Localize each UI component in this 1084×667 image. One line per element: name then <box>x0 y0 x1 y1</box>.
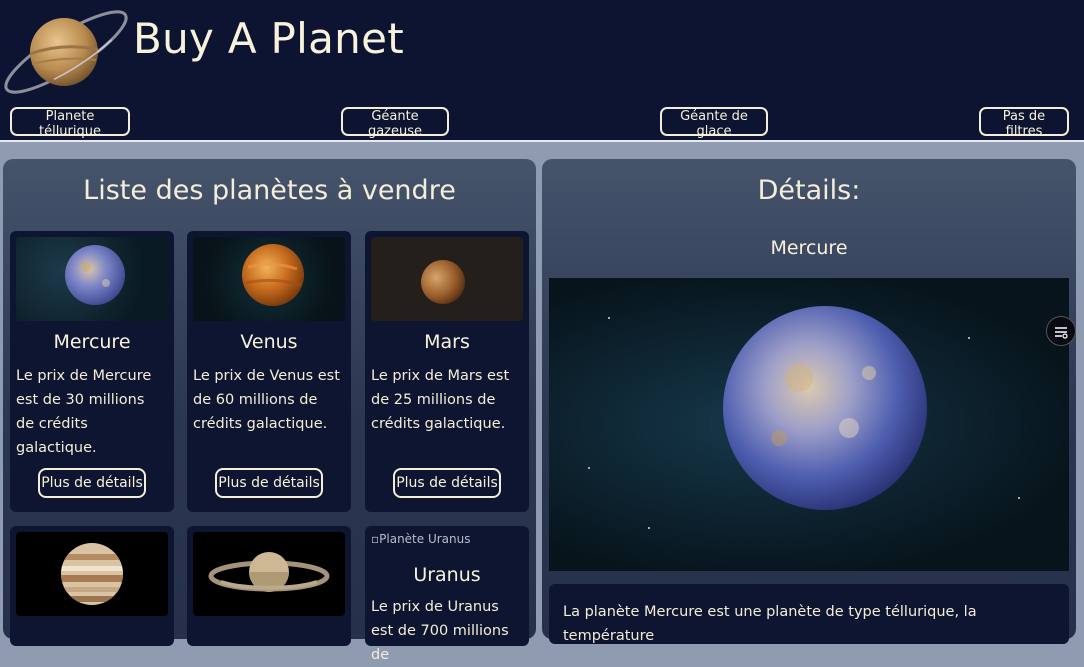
planet-name: Venus <box>240 331 298 353</box>
planet-price: Le prix de Venus est de 60 millions de c… <box>193 368 340 432</box>
venus-image <box>193 237 345 321</box>
detail-planet-image <box>549 278 1069 571</box>
detail-description-box: La planète Mercure est une planète de ty… <box>549 584 1069 644</box>
filter-gas-giant-button[interactable]: Géante gazeuse <box>341 107 449 139</box>
saturn-planet-icon <box>208 552 330 592</box>
planet-price: Le prix de Mars est de 25 millions de cr… <box>371 368 510 432</box>
broken-image-icon: ▫ <box>371 532 380 546</box>
more-details-button[interactable]: Plus de détails <box>393 468 501 498</box>
planet-name: Uranus <box>413 564 481 586</box>
mercure-large-icon <box>588 306 1020 529</box>
detail-panel: Détails: Mercure La planète Mercure est … <box>542 159 1076 644</box>
detail-title: Détails: <box>757 175 861 206</box>
planet-list-panel: Liste des planètes à vendre Mercure Le p… <box>3 159 536 663</box>
filter-icon <box>1055 327 1068 339</box>
detail-planet-name: Mercure <box>770 237 848 259</box>
site-header: Buy A Planet Planete téllurique Géante g… <box>0 0 1084 140</box>
more-details-button[interactable]: Plus de détails <box>215 468 323 498</box>
header-divider <box>0 140 1084 142</box>
jupiter-image <box>16 532 168 616</box>
planet-card-venus: Venus Le prix de Venus est de 60 million… <box>187 231 351 512</box>
mars-image <box>371 237 523 321</box>
more-details-button[interactable]: Plus de détails <box>38 468 146 498</box>
planet-price: Le prix de Uranus est de 700 millions de <box>371 599 509 663</box>
saturn-logo <box>4 10 128 94</box>
filter-telluric-button[interactable]: Planete téllurique <box>10 107 130 139</box>
filter-ice-giant-button[interactable]: Géante de glace <box>660 107 768 139</box>
uranus-broken-image: ▫Planète Uranus <box>371 532 471 546</box>
mars-planet-icon <box>421 260 473 304</box>
saturn-image <box>193 532 345 616</box>
floating-filter-button[interactable] <box>1046 316 1076 346</box>
site-title: Buy A Planet <box>133 14 404 63</box>
planet-card-jupiter <box>10 526 174 646</box>
planet-card-mercure: Mercure Le prix de Mercure est de 30 mil… <box>10 231 174 512</box>
mercure-planet-icon <box>65 245 125 305</box>
list-title: Liste des planètes à vendre <box>83 175 456 206</box>
planet-card-saturn <box>187 526 351 646</box>
image-alt-text: Planète Uranus <box>379 532 471 546</box>
planet-name: Mars <box>424 331 470 353</box>
jupiter-planet-icon <box>61 543 123 605</box>
planet-card-mars: Mars Le prix de Mars est de 25 millions … <box>365 231 529 512</box>
planet-card-uranus: ▫Planète Uranus Uranus Le prix de Uranus… <box>365 526 529 663</box>
mercure-image <box>16 237 168 321</box>
detail-description: La planète Mercure est une planète de ty… <box>563 604 977 644</box>
planet-name: Mercure <box>53 331 131 353</box>
filter-none-button[interactable]: Pas de filtres <box>979 107 1069 139</box>
venus-planet-icon <box>242 244 304 306</box>
planet-price: Le prix de Mercure est de 30 millions de… <box>16 368 152 456</box>
